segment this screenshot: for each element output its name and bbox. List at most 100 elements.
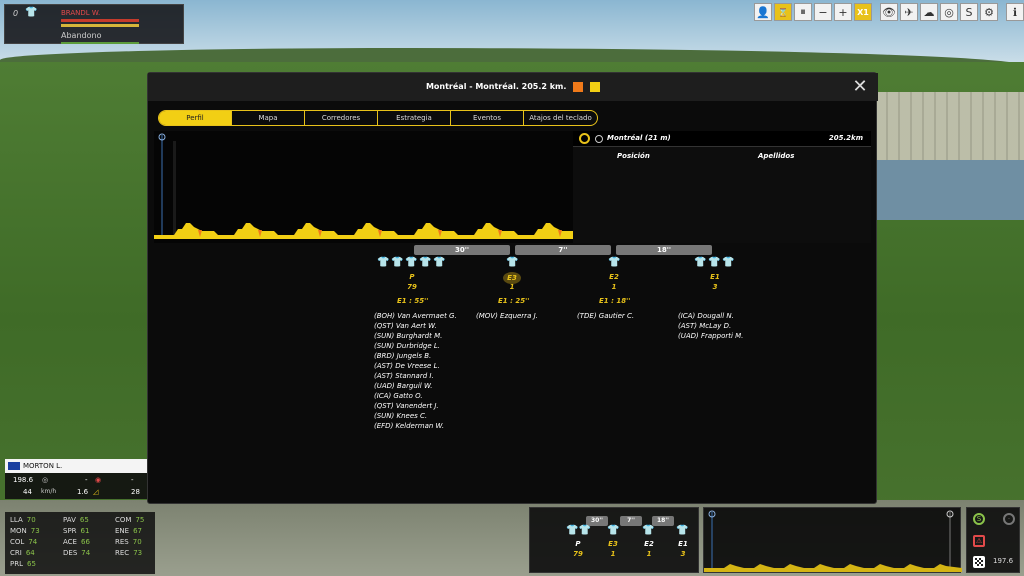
- rider-dash: -: [131, 476, 134, 484]
- minus-icon[interactable]: −: [814, 3, 832, 21]
- rider-row[interactable]: (ICA) Gatto O.: [374, 391, 457, 401]
- stat-pav: PAV 65: [63, 516, 89, 524]
- clock-icon[interactable]: ·: [1003, 513, 1015, 525]
- tab-estrategia[interactable]: Estrategia: [378, 111, 451, 125]
- speed-button[interactable]: X1: [854, 3, 872, 21]
- rider-row[interactable]: (AST) De Vreese L.: [374, 361, 457, 371]
- jersey-icon: 👕: [419, 257, 432, 268]
- s-icon[interactable]: S: [973, 513, 985, 525]
- rider-stats: LLA 70 MON 73 COL 74 CRI 64 PRL 65 PAV 65 SPR 6…: [5, 512, 155, 574]
- tab-perfil[interactable]: Perfil: [159, 111, 232, 125]
- location-distance: 205.2km: [828, 134, 863, 142]
- group-riders-peloton: (BOH) Van Avermaet G. (QST) Van Aert W. …: [374, 311, 457, 431]
- tab-mapa[interactable]: Mapa: [232, 111, 305, 125]
- eye-icon[interactable]: 👁: [880, 3, 898, 21]
- mini-profile-panel[interactable]: [703, 507, 962, 573]
- mini-profile-svg: [704, 510, 962, 572]
- stat-mon: MON 73: [10, 527, 40, 535]
- mini-side-panel: S · ⚠ 197.6: [966, 507, 1020, 573]
- rider-row[interactable]: (QST) Vanendert J.: [374, 401, 457, 411]
- mini-count: 1: [610, 550, 616, 558]
- jersey-icon: 👕: [433, 257, 446, 268]
- mini-count: 1: [646, 550, 652, 558]
- stat-ace: ACE 66: [63, 538, 90, 546]
- mini-gap: 18'': [652, 516, 674, 526]
- jersey-icon: 👕: [607, 525, 620, 536]
- stage-profile[interactable]: [154, 131, 574, 243]
- rider-row[interactable]: (BOH) Van Avermaet G.: [374, 311, 457, 321]
- plus-icon[interactable]: +: [834, 3, 852, 21]
- rider-info-panel[interactable]: MORTON L. 198.6 ◎ - ◉ - 44 km/h 1.6 ◿ 28: [5, 459, 147, 499]
- rider-row[interactable]: (UAD) Frapporti M.: [678, 331, 743, 341]
- weather-icon[interactable]: ☁: [920, 3, 938, 21]
- cycling-icon[interactable]: ⚠: [973, 535, 985, 547]
- rider-row[interactable]: (AST) McLay D.: [678, 321, 743, 331]
- mini-count: 79: [573, 550, 583, 558]
- effort-bar: [61, 24, 139, 27]
- tab-eventos[interactable]: Eventos: [451, 111, 524, 125]
- tab-atajos[interactable]: Atajos del teclado: [524, 111, 597, 125]
- jersey-icon: 👕: [608, 257, 621, 268]
- tab-bar: Perfil Mapa Corredores Estrategia Evento…: [158, 110, 598, 126]
- target-icon: [595, 135, 603, 143]
- rider-row[interactable]: (QST) Van Aert W.: [374, 321, 457, 331]
- rider-row[interactable]: (BRD) Jungels B.: [374, 351, 457, 361]
- gear-2-icon[interactable]: ⚙: [980, 3, 998, 21]
- rider-row[interactable]: (EFD) Kelderman W.: [374, 421, 457, 431]
- rider-row[interactable]: (UAD) Barguil W.: [374, 381, 457, 391]
- speed-unit: km/h: [41, 488, 57, 495]
- mini-label: E3: [608, 540, 618, 548]
- group-peloton[interactable]: 👕 👕 👕 👕 👕: [377, 257, 446, 269]
- group-time: E1 : 25'': [498, 297, 530, 305]
- race-dialog: Montréal - Montréal. 205.2 km. ✕ Perfil …: [147, 72, 878, 504]
- mini-label: E2: [644, 540, 654, 548]
- stat-lla: LLA 70: [10, 516, 36, 524]
- group-time: E1 : 55'': [397, 297, 429, 305]
- jersey-icon: 👕: [391, 257, 404, 268]
- tab-corredores[interactable]: Corredores: [305, 111, 378, 125]
- stat-res: RES 70: [115, 538, 142, 546]
- classification-icon: [590, 81, 601, 92]
- gap-bar: 7'': [515, 245, 611, 255]
- rider-row[interactable]: (SUN) Durbridge L.: [374, 341, 457, 351]
- mini-groups-panel[interactable]: 30'' 7'' 18'' 👕👕 👕 👕 👕 P E3 E2 E1 79 1 1…: [529, 507, 699, 573]
- stat-col: COL 74: [10, 538, 38, 546]
- jersey-icon: 👕: [694, 257, 707, 268]
- heart-icon: ◉: [95, 476, 102, 484]
- water: [876, 160, 1024, 220]
- rider-row[interactable]: (SUN) Knees C.: [374, 411, 457, 421]
- jersey-icon: 👕: [405, 257, 418, 268]
- info-icon[interactable]: ℹ: [1006, 3, 1024, 21]
- jersey-icon: 👕: [722, 257, 735, 268]
- rider-row[interactable]: (TDE) Gautier C.: [577, 311, 634, 321]
- flag-icon: [8, 462, 20, 470]
- rider-row[interactable]: (MOV) Ezquerra J.: [476, 311, 538, 321]
- rider-status: Abandono: [61, 31, 102, 40]
- helicopter-icon[interactable]: ✈: [900, 3, 918, 21]
- group-e1[interactable]: 👕 👕 👕: [694, 257, 735, 269]
- rider-value: 28: [131, 488, 140, 496]
- rider-row[interactable]: (SUN) Burghardt M.: [374, 331, 457, 341]
- rider-row[interactable]: (AST) Stannard I.: [374, 371, 457, 381]
- stat-prl: PRL 65: [10, 560, 36, 568]
- hourglass-icon[interactable]: ⌛: [774, 3, 792, 21]
- stat-com: COM 75: [115, 516, 145, 524]
- location-panel: Montréal (21 m) 205.2km Posición Apellid…: [573, 131, 871, 243]
- jersey-icon: 👕: [676, 525, 689, 536]
- rider-row[interactable]: (ICA) Dougall N.: [678, 311, 743, 321]
- morale-bar: [61, 42, 139, 44]
- group-time: E1 : 18'': [599, 297, 631, 305]
- rider-icon[interactable]: 👤: [754, 3, 772, 21]
- pause-icon[interactable]: ⏸: [794, 3, 812, 21]
- close-icon[interactable]: ✕: [850, 77, 870, 97]
- gradient-icon: ◿: [93, 488, 99, 496]
- selected-rider-card[interactable]: 0 👕 BRANDL W. Abandono: [4, 4, 184, 44]
- s-icon[interactable]: S: [960, 3, 978, 21]
- target-icon[interactable]: ◎: [940, 3, 958, 21]
- group-e3[interactable]: 👕: [506, 257, 518, 269]
- bridge: [876, 92, 1024, 162]
- col-position: Posición: [617, 152, 650, 160]
- group-e2[interactable]: 👕: [608, 257, 621, 269]
- mini-gap: 7'': [620, 516, 642, 526]
- group-count: 1: [611, 283, 617, 291]
